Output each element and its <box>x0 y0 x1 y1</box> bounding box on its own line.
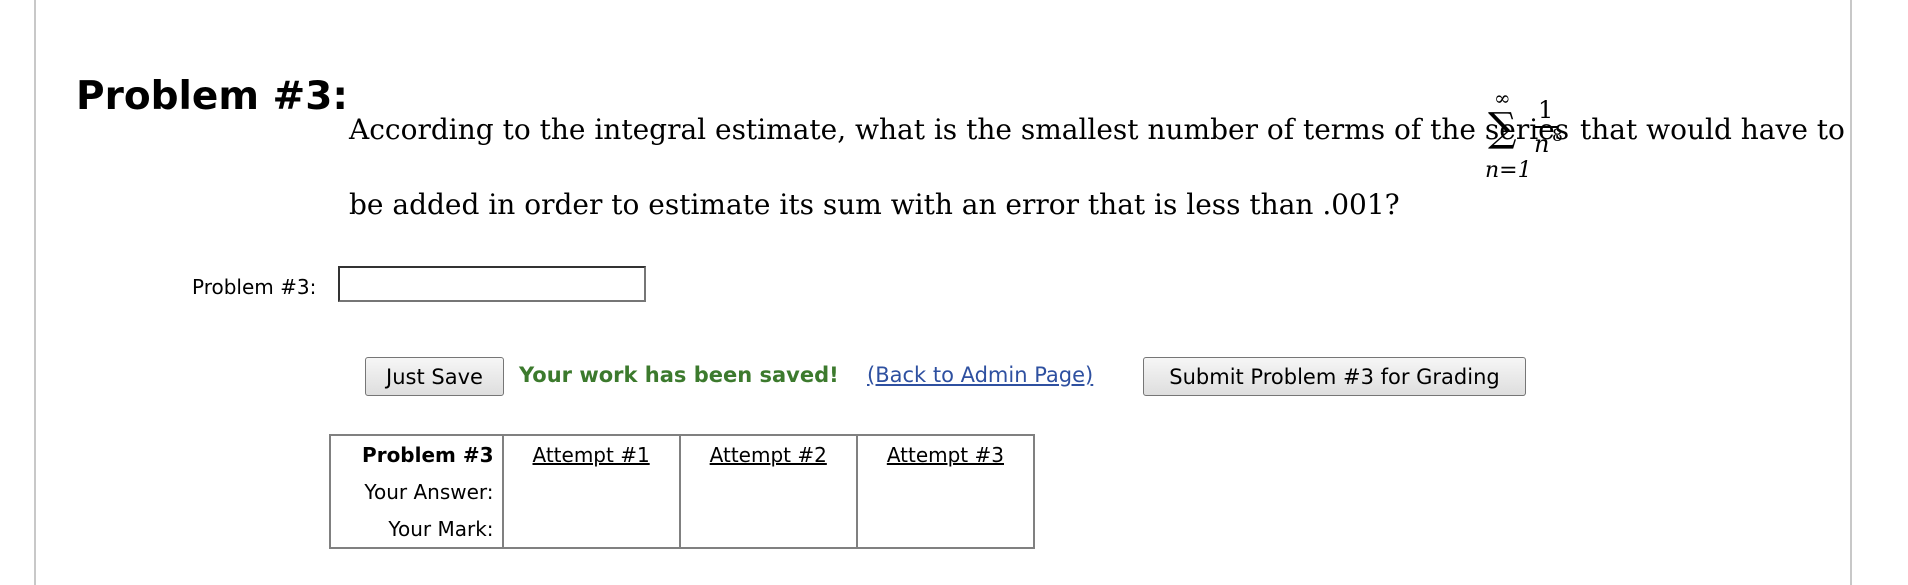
attempts-table-header-row: Problem #3 Attempt #1 Attempt #2 Attempt… <box>330 435 1034 473</box>
answer-input[interactable] <box>338 266 646 302</box>
answer-attempt-2-cell <box>679 473 858 510</box>
fraction-denominator: n <box>1534 130 1550 158</box>
attempts-table-header: Problem #3 <box>330 435 504 473</box>
table-row: Your Answer: <box>330 473 1034 510</box>
mark-attempt-1-cell <box>502 510 681 548</box>
problem-title: Problem #3: <box>76 74 348 119</box>
attempts-table: Problem #3 Attempt #1 Attempt #2 Attempt… <box>329 434 1035 549</box>
series-expression: ∞ ∑ n=1 1 n 8 <box>1478 86 1563 186</box>
back-to-admin-link[interactable]: (Back to Admin Page) <box>867 363 1093 387</box>
attempt-1-header[interactable]: Attempt #1 <box>502 435 681 473</box>
mark-attempt-3-cell <box>857 510 1034 548</box>
just-save-button[interactable]: Just Save <box>365 357 504 396</box>
table-row: Your Mark: <box>330 510 1034 548</box>
your-answer-label: Your Answer: <box>330 473 504 510</box>
sigma-icon: ∑ <box>1488 105 1517 151</box>
fraction-numerator: 1 <box>1538 96 1554 124</box>
answer-label: Problem #3: <box>192 275 317 299</box>
question-text-part2: that would have to <box>1580 113 1845 146</box>
answer-attempt-3-cell <box>857 473 1034 510</box>
mark-attempt-2-cell <box>679 510 858 548</box>
answer-attempt-1-cell <box>502 473 681 510</box>
your-mark-label: Your Mark: <box>330 510 504 548</box>
submit-for-grading-button[interactable]: Submit Problem #3 for Grading <box>1143 357 1526 396</box>
content-frame-left-border <box>34 0 36 585</box>
fraction-exponent: 8 <box>1552 126 1563 146</box>
saved-status-message: Your work has been saved! <box>519 363 839 387</box>
attempt-2-header[interactable]: Attempt #2 <box>679 435 858 473</box>
content-frame-right-border <box>1850 0 1852 585</box>
attempt-3-header[interactable]: Attempt #3 <box>857 435 1034 473</box>
question-text-part1: According to the integral estimate, what… <box>349 113 1570 146</box>
series-lower-limit: n=1 <box>1485 158 1532 183</box>
question-text-line2: be added in order to estimate its sum wi… <box>349 188 1400 221</box>
